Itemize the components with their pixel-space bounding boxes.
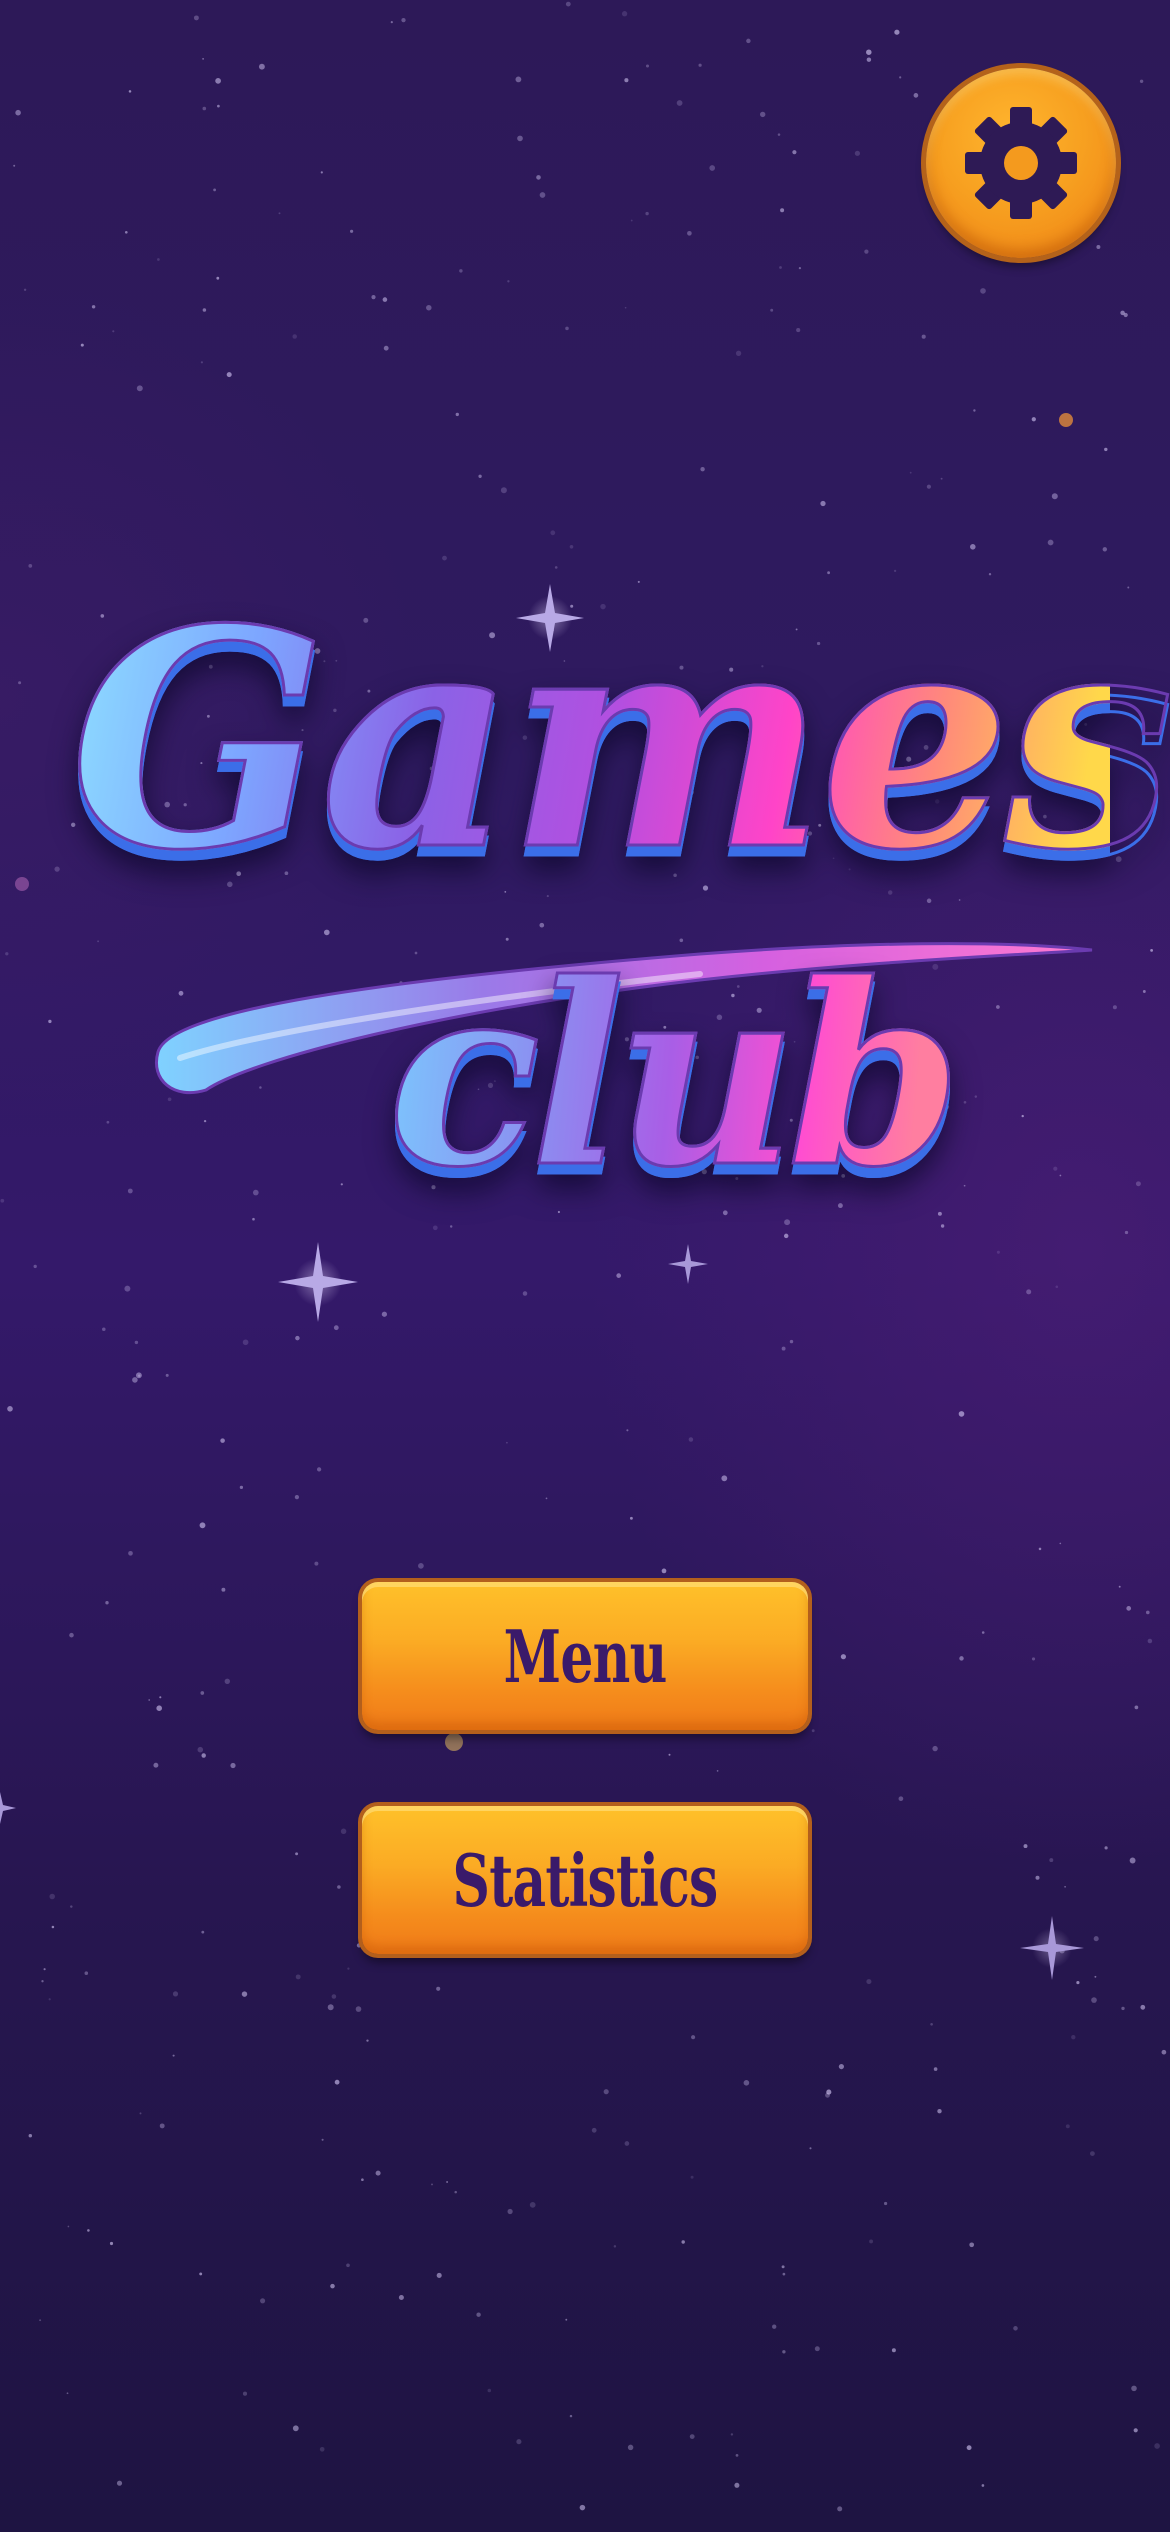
gear-icon — [965, 107, 1077, 219]
logo-title: Games — [69, 563, 1170, 916]
sparkle-star-icon — [0, 1792, 16, 1824]
menu-button[interactable]: Menu — [362, 1582, 808, 1730]
statistics-button[interactable]: Statistics — [362, 1806, 808, 1954]
starfield-background — [0, 1, 1167, 2512]
logo-subtitle: club — [370, 949, 970, 1202]
settings-button[interactable] — [926, 68, 1116, 258]
menu-button-label: Menu — [503, 1613, 668, 1699]
sparkle-star-icon — [1020, 1916, 1084, 1980]
sparkle-star-icon — [668, 1244, 708, 1284]
game-home-screen: Games club Menu Statistics — [0, 0, 1170, 2532]
games-club-logo: Games club — [69, 563, 1170, 1250]
sparkle-star-icon — [278, 1242, 358, 1322]
statistics-button-label: Statistics — [452, 1837, 718, 1923]
